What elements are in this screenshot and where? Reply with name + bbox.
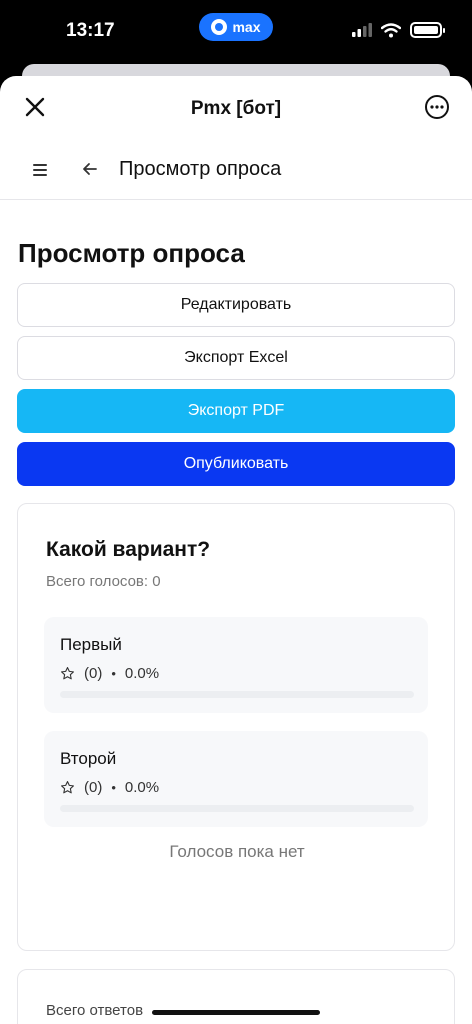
export-pdf-button[interactable]: Экспорт PDF <box>17 389 455 433</box>
home-indicator <box>152 1010 320 1015</box>
max-logo-icon <box>211 19 228 35</box>
separator-dot: • <box>111 666 116 681</box>
menu-icon[interactable] <box>28 158 52 182</box>
battery-icon <box>410 22 445 38</box>
option-percent: 0.0% <box>124 779 160 796</box>
status-icons <box>352 22 445 38</box>
star-icon <box>61 781 74 794</box>
total-votes: Всего голосов: 0 <box>46 573 161 590</box>
separator-dot: • <box>111 780 116 795</box>
page-title: Просмотр опроса <box>18 238 245 268</box>
empty-state-text: Голосов пока нет <box>169 842 305 861</box>
more-icon[interactable] <box>424 94 450 120</box>
answers-card: Всего ответов <box>17 969 455 1024</box>
option-progress-bar <box>60 691 414 698</box>
status-time: 13:17 <box>66 20 115 41</box>
mini-app-sheet: Pmx [бот] Просмотр опроса Просмотр опрос… <box>0 76 472 1024</box>
option-stats: (0) • 0.0% <box>60 779 159 796</box>
poll-question: Какой вариант? <box>46 538 211 561</box>
option-name: Первый <box>60 635 122 654</box>
mini-app-header: Pmx [бот] <box>0 76 472 138</box>
status-bar: 13:17 max <box>0 0 472 66</box>
wifi-icon <box>381 22 401 37</box>
publish-button[interactable]: Опубликовать <box>17 442 455 486</box>
max-pill-label: max <box>232 19 261 35</box>
option-progress-bar <box>60 805 414 812</box>
option-count: (0) <box>84 779 103 796</box>
option-name: Второй <box>60 749 117 768</box>
nav-title: Просмотр опроса <box>119 158 282 180</box>
nav-bar: Просмотр опроса <box>0 138 472 200</box>
option-stats: (0) • 0.0% <box>60 665 159 682</box>
signal-icon <box>352 23 372 37</box>
edit-button[interactable]: Редактировать <box>17 283 455 327</box>
option-percent: 0.0% <box>124 665 160 682</box>
star-icon <box>61 667 74 680</box>
poll-card: Какой вариант? Всего голосов: 0 Первый (… <box>17 503 455 951</box>
poll-option: Первый (0) • 0.0% <box>44 617 428 713</box>
bot-title: Pmx [бот] <box>190 98 282 119</box>
total-answers-label: Всего ответов <box>46 1002 144 1019</box>
option-count: (0) <box>84 665 103 682</box>
max-app-pill[interactable]: max <box>199 13 273 41</box>
export-excel-button[interactable]: Экспорт Excel <box>17 336 455 380</box>
poll-option: Второй (0) • 0.0% <box>44 731 428 827</box>
back-arrow-icon[interactable] <box>78 157 102 181</box>
